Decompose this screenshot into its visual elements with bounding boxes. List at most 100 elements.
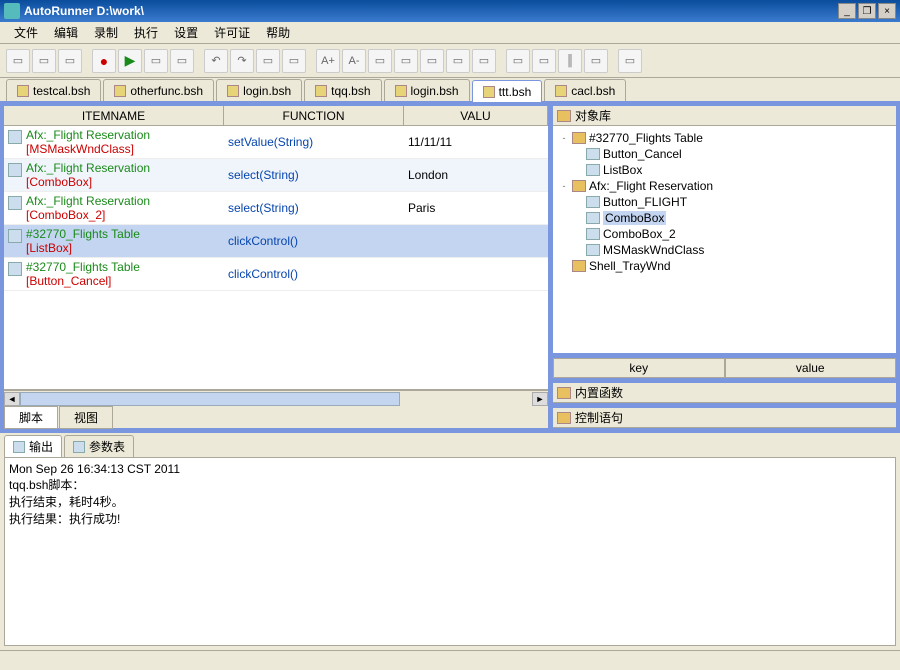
cell-function[interactable]: clickControl(): [224, 265, 404, 283]
builtin-functions-panel[interactable]: 内置函数: [552, 382, 897, 404]
toolbar-btn-15[interactable]: ▭: [584, 49, 608, 73]
tree-item[interactable]: -#32770_Flights Table: [557, 130, 892, 146]
font-dec-icon[interactable]: A-: [342, 49, 366, 73]
horizontal-scrollbar[interactable]: ◄ ►: [4, 390, 548, 406]
menu-3[interactable]: 执行: [126, 24, 166, 41]
item-icon: [586, 164, 600, 176]
tree-label: Afx:_Flight Reservation: [589, 179, 713, 193]
file-tab-6[interactable]: cacl.bsh: [544, 79, 626, 101]
params-icon: [73, 441, 85, 453]
toolbar-btn-12[interactable]: ▭: [506, 49, 530, 73]
menu-0[interactable]: 文件: [6, 24, 46, 41]
item-name: Afx:_Flight Reservation: [26, 128, 150, 142]
tab-output[interactable]: 输出: [4, 435, 62, 457]
expand-icon[interactable]: -: [559, 133, 569, 143]
tab-view[interactable]: 视图: [59, 406, 113, 429]
cell-value[interactable]: London: [404, 166, 548, 184]
table-row[interactable]: Afx:_Flight Reservation[ComboBox]select(…: [4, 159, 548, 192]
toolbar-btn-5[interactable]: ▭: [256, 49, 280, 73]
record-icon[interactable]: ●: [92, 49, 116, 73]
menu-1[interactable]: 编辑: [46, 24, 86, 41]
tree-item[interactable]: Shell_TrayWnd: [557, 258, 892, 274]
toolbar-btn-4[interactable]: ↷: [230, 49, 254, 73]
font-inc-icon[interactable]: A+: [316, 49, 340, 73]
col-function[interactable]: FUNCTION: [224, 106, 404, 125]
toolbar-btn-8[interactable]: ▭: [394, 49, 418, 73]
table-row[interactable]: #32770_Flights Table[Button_Cancel]click…: [4, 258, 548, 291]
table-row[interactable]: Afx:_Flight Reservation[MSMaskWndClass]s…: [4, 126, 548, 159]
tree-label: Button_Cancel: [603, 147, 682, 161]
file-icon: [17, 85, 29, 97]
toolbar-btn-16[interactable]: ▭: [618, 49, 642, 73]
tree-item[interactable]: MSMaskWndClass: [557, 242, 892, 258]
builtin-label: 内置函数: [575, 384, 623, 401]
tree-item[interactable]: Button_Cancel: [557, 146, 892, 162]
toolbar-open-icon[interactable]: ▭: [32, 49, 56, 73]
table-row[interactable]: Afx:_Flight Reservation[ComboBox_2]selec…: [4, 192, 548, 225]
col-itemname[interactable]: ITEMNAME: [4, 106, 224, 125]
tab-params[interactable]: 参数表: [64, 435, 134, 457]
file-icon: [227, 85, 239, 97]
file-tab-2[interactable]: login.bsh: [216, 79, 302, 101]
tree-item[interactable]: Button_FLIGHT: [557, 194, 892, 210]
tree-item[interactable]: - Afx:_Flight Reservation: [557, 178, 892, 194]
menu-5[interactable]: 许可证: [206, 24, 258, 41]
tree-item[interactable]: ComboBox: [557, 210, 892, 226]
toolbar-btn-2[interactable]: ▭: [170, 49, 194, 73]
toolbar-btn-13[interactable]: ▭: [532, 49, 556, 73]
toolbar-btn-11[interactable]: ▭: [472, 49, 496, 73]
restore-button[interactable]: ❐: [858, 3, 876, 19]
toolbar-btn-1[interactable]: ▭: [144, 49, 168, 73]
close-button[interactable]: ×: [878, 3, 896, 19]
tree-item[interactable]: ListBox: [557, 162, 892, 178]
tree-item[interactable]: ComboBox_2: [557, 226, 892, 242]
toolbar-new-icon[interactable]: ▭: [6, 49, 30, 73]
item-sub: [Button_Cancel]: [26, 274, 140, 288]
cell-value[interactable]: Paris: [404, 199, 548, 217]
file-tabs: testcal.bshotherfunc.bshlogin.bshtqq.bsh…: [0, 78, 900, 102]
grid-header: ITEMNAME FUNCTION VALU: [4, 106, 548, 126]
output-text[interactable]: Mon Sep 26 16:34:13 CST 2011 tqq.bsh脚本： …: [4, 457, 896, 646]
tree-label: Button_FLIGHT: [603, 195, 687, 209]
file-icon: [114, 85, 126, 97]
col-value[interactable]: VALU: [404, 106, 548, 125]
output-area: 输出 参数表 Mon Sep 26 16:34:13 CST 2011 tqq.…: [0, 432, 900, 650]
minimize-button[interactable]: _: [838, 3, 856, 19]
toolbar-btn-9[interactable]: ▭: [420, 49, 444, 73]
scroll-left-icon[interactable]: ◄: [4, 392, 20, 406]
menu-4[interactable]: 设置: [166, 24, 206, 41]
cell-function[interactable]: setValue(String): [224, 133, 404, 151]
toolbar-btn-6[interactable]: ▭: [282, 49, 306, 73]
control-statements-panel[interactable]: 控制语句: [552, 407, 897, 429]
file-tab-5[interactable]: ttt.bsh: [472, 80, 543, 102]
file-tab-0[interactable]: testcal.bsh: [6, 79, 101, 101]
toolbar-btn-3[interactable]: ↶: [204, 49, 228, 73]
object-tree[interactable]: -#32770_Flights TableButton_CancelListBo…: [553, 126, 896, 353]
file-tab-3[interactable]: tqq.bsh: [304, 79, 381, 101]
expand-icon[interactable]: -: [559, 181, 569, 191]
play-icon[interactable]: ▶: [118, 49, 142, 73]
item-name: #32770_Flights Table: [26, 227, 140, 241]
table-row[interactable]: #32770_Flights Table[ListBox]clickContro…: [4, 225, 548, 258]
toolbar-save-icon[interactable]: ▭: [58, 49, 82, 73]
cell-function[interactable]: select(String): [224, 199, 404, 217]
cell-value[interactable]: 11/11/11: [404, 133, 548, 151]
cell-function[interactable]: select(String): [224, 166, 404, 184]
file-tab-label: tqq.bsh: [331, 84, 370, 98]
toolbar-btn-14[interactable]: ║: [558, 49, 582, 73]
file-tab-4[interactable]: login.bsh: [384, 79, 470, 101]
scroll-thumb[interactable]: [20, 392, 400, 406]
scroll-right-icon[interactable]: ►: [532, 392, 548, 406]
cell-function[interactable]: clickControl(): [224, 232, 404, 250]
menu-2[interactable]: 录制: [86, 24, 126, 41]
menu-6[interactable]: 帮助: [258, 24, 298, 41]
kv-value-header[interactable]: value: [725, 358, 897, 378]
cell-value[interactable]: [404, 272, 548, 276]
tab-script[interactable]: 脚本: [4, 406, 58, 429]
toolbar-btn-10[interactable]: ▭: [446, 49, 470, 73]
toolbar-btn-7[interactable]: ▭: [368, 49, 392, 73]
params-tab-label: 参数表: [89, 438, 125, 455]
kv-key-header[interactable]: key: [553, 358, 725, 378]
file-tab-1[interactable]: otherfunc.bsh: [103, 79, 214, 101]
cell-value[interactable]: [404, 239, 548, 243]
